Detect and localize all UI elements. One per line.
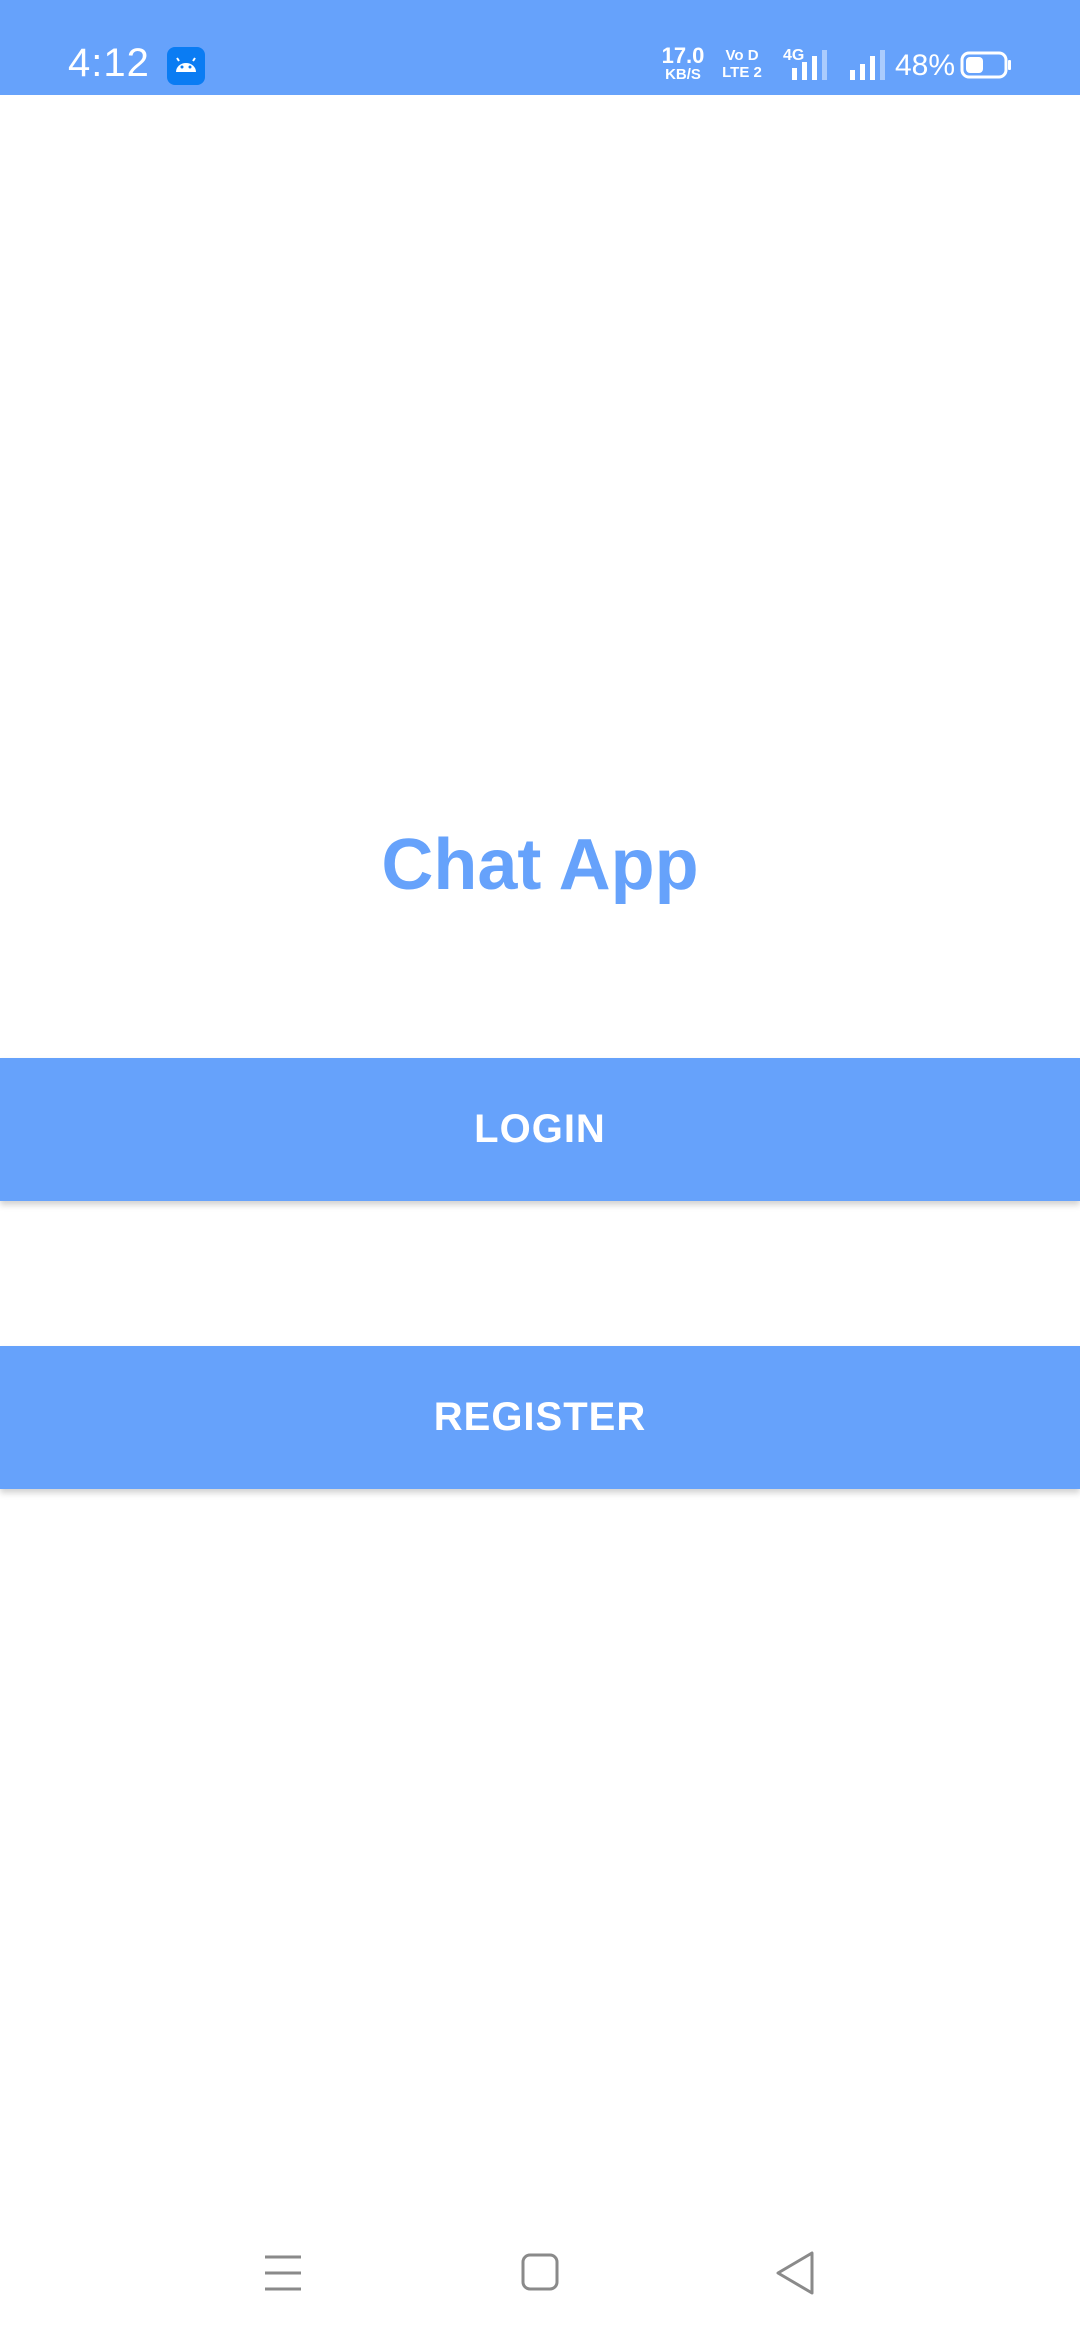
status-time: 4:12	[68, 41, 150, 85]
signal-icon	[848, 50, 890, 87]
login-button[interactable]: LOGIN	[0, 1058, 1080, 1201]
network-speed-value: 17.0	[661, 43, 705, 68]
volte-line1: Vo D	[725, 47, 759, 64]
battery-icon	[960, 50, 1012, 85]
navigation-bar	[0, 2220, 1080, 2330]
back-icon[interactable]	[740, 2220, 850, 2330]
android-app-icon	[167, 47, 205, 85]
network-speed: 17.0 KB/S	[658, 43, 708, 83]
app-title: Chat App	[381, 825, 699, 905]
volte-line2: LTE 2	[722, 64, 762, 81]
menu-icon[interactable]	[226, 2220, 336, 2330]
network-speed-unit: KB/S	[665, 66, 701, 83]
signal-icon	[790, 50, 832, 87]
screen: 4:12 17.0 KB/S Vo D LTE 2 4G 48% Chat Ap…	[0, 0, 1080, 2340]
battery-percent: 48%	[895, 49, 956, 82]
home-icon[interactable]	[485, 2220, 595, 2330]
register-button[interactable]: REGISTER	[0, 1346, 1080, 1489]
status-bar: 4:12 17.0 KB/S Vo D LTE 2 4G 48%	[0, 0, 1080, 95]
volte-indicator: Vo D LTE 2	[722, 47, 762, 81]
